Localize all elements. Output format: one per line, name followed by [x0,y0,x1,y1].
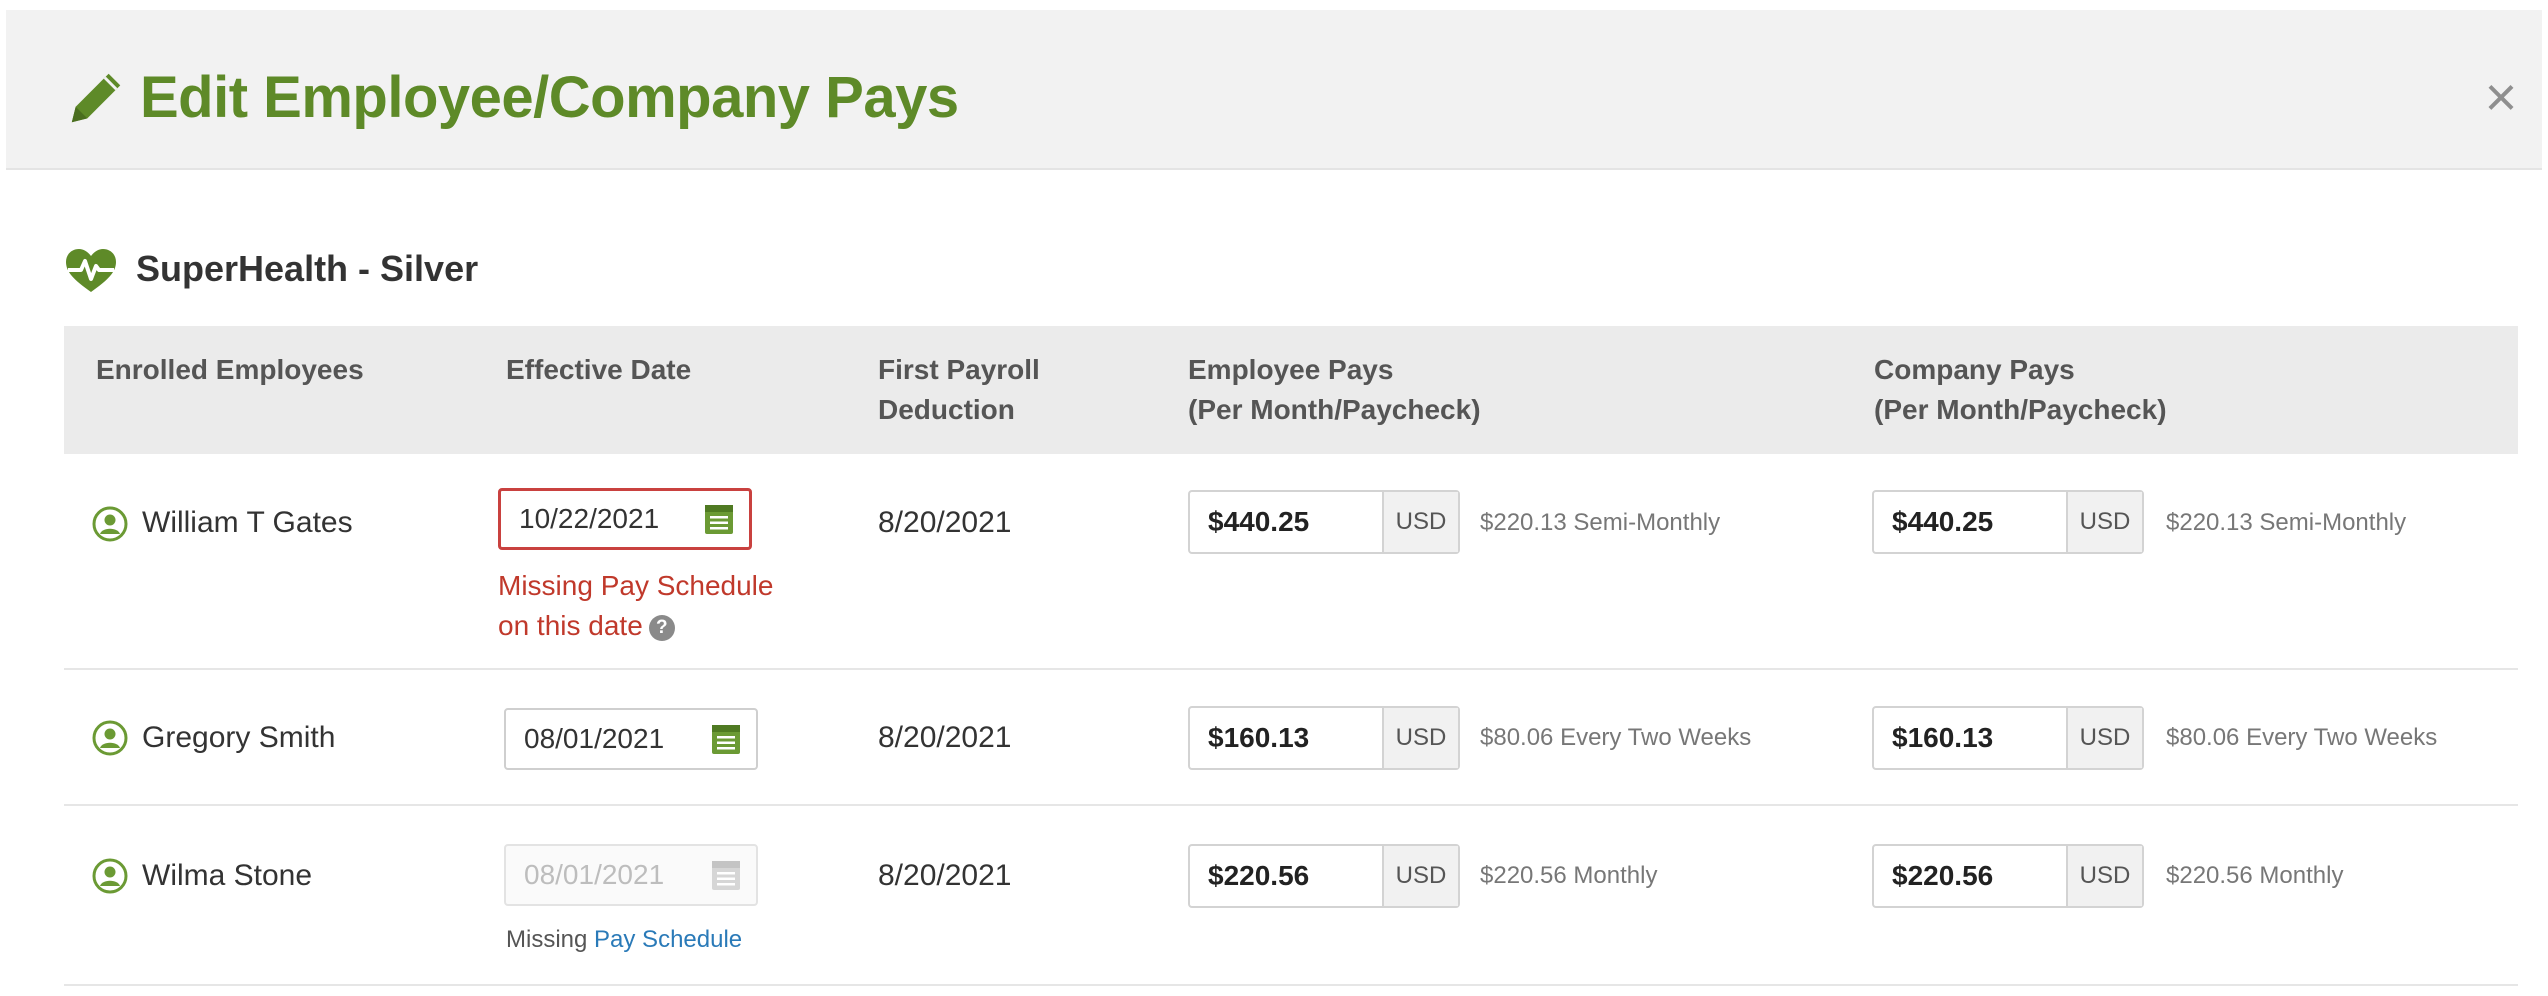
effective-date-input[interactable]: 08/01/2021 [504,708,758,770]
close-button[interactable]: × [2476,69,2526,125]
header-employee-pays: Employee Pays (Per Month/Paycheck) [1188,354,1481,425]
calendar-icon[interactable] [703,502,735,536]
edit-pays-modal: Edit Employee/Company Pays × SuperHealth… [0,0,2548,996]
currency-addon: USD [2068,492,2142,552]
missing-pay-schedule-error: Missing Pay Schedule on this date? [498,570,774,641]
help-icon[interactable]: ? [648,614,675,641]
employee-pays-input[interactable]: $440.25 USD [1188,490,1460,554]
employee-pays-input[interactable]: $220.56 USD [1188,844,1460,908]
employee-pays-value[interactable]: $440.25 [1190,492,1384,552]
employee-name: Wilma Stone [142,859,313,892]
employee-pays-value[interactable]: $160.13 [1190,708,1384,768]
table-header: Enrolled Employees Effective Date First … [64,326,2518,454]
row-divider [64,668,2518,670]
pencil-icon [71,73,121,123]
missing-pay-schedule-note: Missing Pay Schedule [506,926,743,953]
currency-addon: USD [2068,846,2142,906]
first-payroll-date: 8/20/2021 [878,859,1012,892]
modal-header: Edit Employee/Company Pays × [6,10,2542,170]
calendar-icon [712,861,740,890]
employee-pays-frequency: $80.06 Every Two Weeks [1480,724,1752,751]
effective-date-value: 10/22/2021 [519,503,660,534]
company-pays-value[interactable]: $160.13 [1874,708,2068,768]
person-circle-icon [92,720,128,756]
company-pays-frequency: $220.56 Monthly [2166,862,2344,889]
header-first-payroll: First Payroll Deduction [878,354,1040,425]
company-pays-frequency: $80.06 Every Two Weeks [2166,724,2438,751]
employee-pays-frequency: $220.13 Semi-Monthly [1480,509,1721,536]
currency-addon: USD [1384,708,1458,768]
effective-date-value: 08/01/2021 [524,859,665,890]
currency-addon: USD [1384,846,1458,906]
currency-addon: USD [1384,492,1458,552]
person-circle-icon [92,858,128,894]
employee-name: Gregory Smith [142,721,336,754]
plan-name: SuperHealth - Silver [136,248,479,289]
company-pays-frequency: $220.13 Semi-Monthly [2166,509,2407,536]
person-circle-icon [92,506,128,542]
first-payroll-date: 8/20/2021 [878,506,1012,539]
company-pays-input[interactable]: $440.25 USD [1872,490,2144,554]
effective-date-value: 08/01/2021 [524,723,665,754]
header-effective-date: Effective Date [506,354,692,385]
heartbeat-icon [66,249,116,292]
first-payroll-date: 8/20/2021 [878,721,1012,754]
employee-pays-value[interactable]: $220.56 [1190,846,1384,906]
employee-name: William T Gates [142,506,353,539]
employee-pays-frequency: $220.56 Monthly [1480,862,1658,889]
company-pays-value[interactable]: $220.56 [1874,846,2068,906]
modal-title: Edit Employee/Company Pays [140,65,959,130]
pay-schedule-link[interactable]: Pay Schedule [594,926,742,953]
effective-date-input[interactable]: 10/22/2021 [498,488,752,550]
company-pays-value[interactable]: $440.25 [1874,492,2068,552]
row-divider [64,804,2518,806]
currency-addon: USD [2068,708,2142,768]
effective-date-input: 08/01/2021 [504,844,758,906]
calendar-icon[interactable] [710,722,742,756]
header-enrolled-employees: Enrolled Employees [96,354,364,385]
header-company-pays: Company Pays (Per Month/Paycheck) [1874,354,2167,425]
company-pays-input[interactable]: $220.56 USD [1872,844,2144,908]
employee-pays-input[interactable]: $160.13 USD [1188,706,1460,770]
company-pays-input[interactable]: $160.13 USD [1872,706,2144,770]
row-divider [64,984,2518,986]
